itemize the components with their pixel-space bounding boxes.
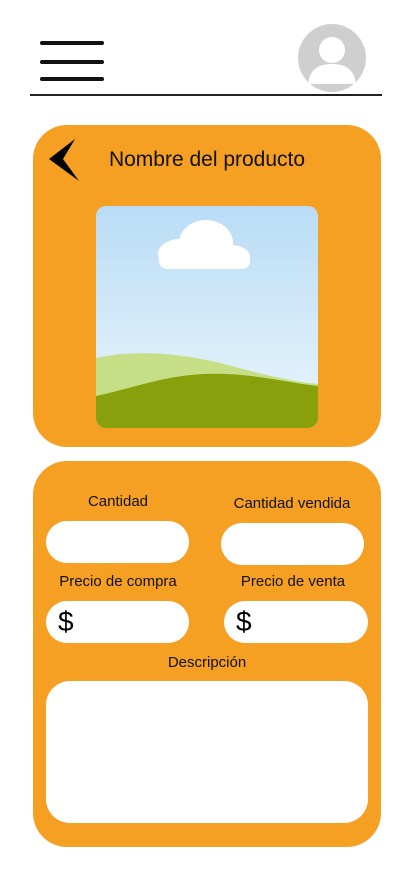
product-details-form: Cantidad Cantidad vendida Precio de comp… (33, 461, 381, 847)
description-label: Descripción (167, 654, 247, 671)
description-textarea[interactable] (46, 681, 368, 823)
dollar-sign: $ (58, 606, 74, 637)
user-silhouette-icon (308, 37, 356, 84)
quantity-sold-label: Cantidad vendida (233, 495, 351, 512)
sale-price-label: Precio de venta (240, 573, 346, 590)
user-avatar-icon[interactable] (298, 24, 366, 92)
menu-bar-top (40, 41, 104, 45)
purchase-price-label: Precio de compra (59, 573, 177, 590)
dollar-sign: $ (236, 606, 252, 637)
menu-bar-middle (40, 60, 104, 64)
sale-price-input[interactable]: $ (224, 601, 368, 643)
quantity-input[interactable] (46, 521, 189, 563)
hamburger-menu-icon[interactable] (40, 40, 104, 84)
product-title: Nombre del producto (108, 148, 306, 171)
product-card: Nombre del producto (33, 125, 381, 447)
image-placeholder-icon (96, 206, 318, 428)
quantity-sold-input[interactable] (221, 523, 364, 565)
header-divider (30, 94, 382, 96)
menu-bar-bottom (40, 77, 104, 81)
chevron-left-icon[interactable] (47, 137, 83, 183)
purchase-price-input[interactable]: $ (46, 601, 189, 643)
quantity-label: Cantidad (87, 493, 149, 510)
